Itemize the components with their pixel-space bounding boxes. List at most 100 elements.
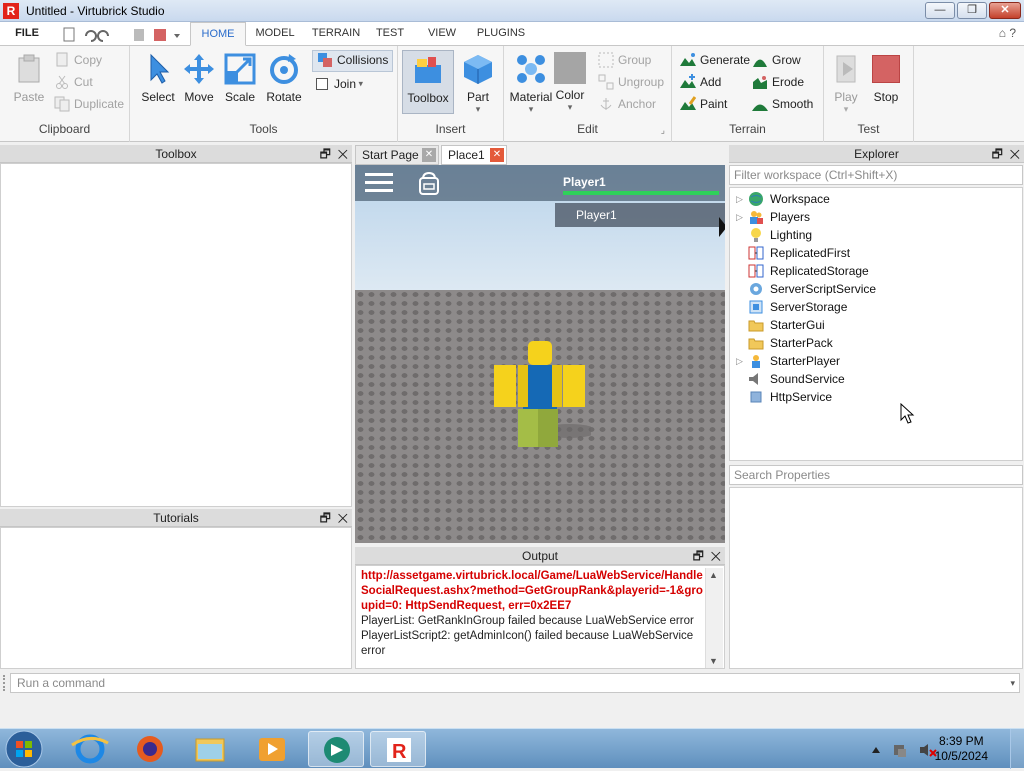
color-dropdown-arrow[interactable]: ▾ <box>550 102 590 113</box>
toolbox-panel[interactable] <box>0 163 352 507</box>
taskbar-ie-icon[interactable] <box>62 731 118 767</box>
properties-search-input[interactable]: Search Properties <box>729 465 1023 485</box>
start-button-icon[interactable] <box>4 729 44 769</box>
ungroup-icon <box>598 74 614 90</box>
float-icon[interactable]: 🗗 <box>693 549 704 563</box>
join-checkbox[interactable]: Join ▾ <box>316 76 363 96</box>
play-dropdown-arrow[interactable]: ▾ <box>824 104 868 115</box>
stop-button[interactable]: Stop <box>864 50 908 110</box>
group-icon <box>598 52 614 68</box>
game-viewport[interactable]: Player1 Player1 <box>355 165 725 543</box>
tab-place1[interactable]: Place1 ✕ <box>441 145 507 165</box>
ungroup-button[interactable]: Ungroup <box>598 74 664 94</box>
backpack-icon[interactable] <box>418 170 440 196</box>
cut-button[interactable]: Cut <box>54 74 93 94</box>
material-button[interactable]: Material ▾ <box>506 50 556 114</box>
taskbar-media-icon[interactable] <box>244 731 300 767</box>
tree-item-startergui[interactable]: StarterGui <box>736 317 825 335</box>
tab-home[interactable]: HOME <box>190 22 246 46</box>
terrain-generate-button[interactable]: Generate <box>680 52 750 72</box>
expand-arrow-icon[interactable]: ▷ <box>736 356 748 367</box>
expand-arrow-icon[interactable]: ▷ <box>736 194 748 205</box>
tree-item-starterplayer[interactable]: ▷ StarterPlayer <box>736 353 840 371</box>
terrain-smooth-button[interactable]: Smooth <box>752 96 813 116</box>
part-dropdown-arrow[interactable]: ▾ <box>454 104 502 115</box>
tree-item-httpservice[interactable]: HttpService <box>736 389 832 407</box>
close-tab-icon[interactable]: ✕ <box>422 148 436 162</box>
explorer-filter-input[interactable]: Filter workspace (Ctrl+Shift+X) <box>729 165 1023 185</box>
tree-item-serverscriptservice[interactable]: ServerScriptService <box>736 281 876 299</box>
tree-item-replicatedstorage[interactable]: ReplicatedStorage <box>736 263 869 281</box>
tab-terrain[interactable]: TERRAIN <box>308 22 364 46</box>
part-button[interactable]: Part ▾ <box>454 50 502 114</box>
output-log[interactable]: http://assetgame.virtubrick.local/Game/L… <box>355 565 725 669</box>
taskbar-explorer-icon[interactable] <box>182 731 238 767</box>
close-icon[interactable]: ✕ <box>338 147 348 161</box>
terrain-erode-button[interactable]: Erode <box>752 74 804 94</box>
taskbar-studio-icon[interactable]: R <box>370 731 426 767</box>
tab-file[interactable]: FILE <box>6 22 48 46</box>
maximize-button[interactable]: ❐ <box>957 2 987 19</box>
system-tray-icons[interactable] <box>870 741 942 759</box>
tree-item-soundservice[interactable]: SoundService <box>736 371 845 389</box>
player-name-label: Player1 <box>563 175 606 189</box>
close-icon[interactable]: ✕ <box>1010 147 1020 161</box>
command-history-dropdown[interactable]: ▾ <box>1010 674 1015 692</box>
replicated-storage-icon <box>748 264 764 278</box>
scale-tool-button[interactable]: Scale <box>216 50 264 110</box>
float-icon[interactable]: 🗗 <box>320 147 331 161</box>
help-icon[interactable]: ⌂ ? <box>999 26 1016 40</box>
edit-settings-icon[interactable]: ⌟ <box>661 125 665 136</box>
tab-test[interactable]: TEST <box>372 22 408 46</box>
tab-model[interactable]: MODEL <box>252 22 298 46</box>
tab-plugins[interactable]: PLUGINS <box>474 22 528 46</box>
player-list-row[interactable]: Player1 <box>555 203 725 227</box>
close-icon[interactable]: ✕ <box>338 511 348 525</box>
taskbar-app-icon[interactable] <box>308 731 364 767</box>
tutorials-panel[interactable] <box>0 527 352 669</box>
tree-item-players[interactable]: ▷ Players <box>736 209 810 227</box>
tab-start-page[interactable]: Start Page ✕ <box>355 145 439 165</box>
expand-arrow-icon[interactable]: ▷ <box>736 212 748 223</box>
game-topbar: Player1 <box>355 165 725 201</box>
scroll-down-icon[interactable]: ▼ <box>709 656 718 666</box>
group-button[interactable]: Group <box>598 52 651 72</box>
quick-access-toolbar[interactable] <box>62 27 182 43</box>
rotate-tool-button[interactable]: Rotate <box>260 50 308 110</box>
join-checkbox-box[interactable] <box>316 77 328 90</box>
player-list-expand-arrow[interactable] <box>719 217 725 237</box>
terrain-paint-button[interactable]: Paint <box>680 96 727 116</box>
properties-panel[interactable] <box>729 487 1023 669</box>
terrain-add-button[interactable]: Add <box>680 74 721 94</box>
output-scrollbar[interactable]: ▲ ▼ <box>705 568 723 668</box>
minimize-button[interactable]: — <box>925 2 955 19</box>
tree-item-workspace[interactable]: ▷ Workspace <box>736 191 830 209</box>
close-icon[interactable]: ✕ <box>711 549 721 563</box>
taskbar-firefox-icon[interactable] <box>122 731 178 767</box>
command-bar-grip[interactable] <box>3 675 7 691</box>
anchor-button[interactable]: Anchor <box>598 96 656 116</box>
tree-item-starterpack[interactable]: StarterPack <box>736 335 833 353</box>
command-bar-input[interactable]: Run a command ▾ <box>10 673 1020 693</box>
hamburger-menu-icon[interactable] <box>364 171 394 195</box>
float-icon[interactable]: 🗗 <box>320 511 331 525</box>
close-tab-icon[interactable]: ✕ <box>490 148 504 162</box>
color-button[interactable]: Color ▾ <box>550 50 590 113</box>
tree-item-serverstorage[interactable]: ServerStorage <box>736 299 847 317</box>
tab-view[interactable]: VIEW <box>422 22 462 46</box>
tree-item-lighting[interactable]: Lighting <box>736 227 812 245</box>
copy-button[interactable]: Copy <box>54 52 102 72</box>
system-clock[interactable]: 8:39 PM 10/5/2024 <box>935 734 988 764</box>
toolbox-button[interactable]: Toolbox <box>402 50 454 114</box>
terrain-grow-button[interactable]: Grow <box>752 52 801 72</box>
play-button[interactable]: Play ▾ <box>824 50 868 114</box>
scroll-up-icon[interactable]: ▲ <box>709 570 718 580</box>
close-window-button[interactable]: ✕ <box>989 2 1021 19</box>
paste-button[interactable]: Paste <box>5 50 53 110</box>
tree-item-replicatedfirst[interactable]: ReplicatedFirst <box>736 245 850 263</box>
show-desktop-button[interactable] <box>1010 729 1024 769</box>
collisions-toggle[interactable]: Collisions <box>312 50 394 72</box>
float-icon[interactable]: 🗗 <box>992 147 1003 161</box>
duplicate-button[interactable]: Duplicate <box>54 96 124 116</box>
material-dropdown-arrow[interactable]: ▾ <box>506 104 556 115</box>
